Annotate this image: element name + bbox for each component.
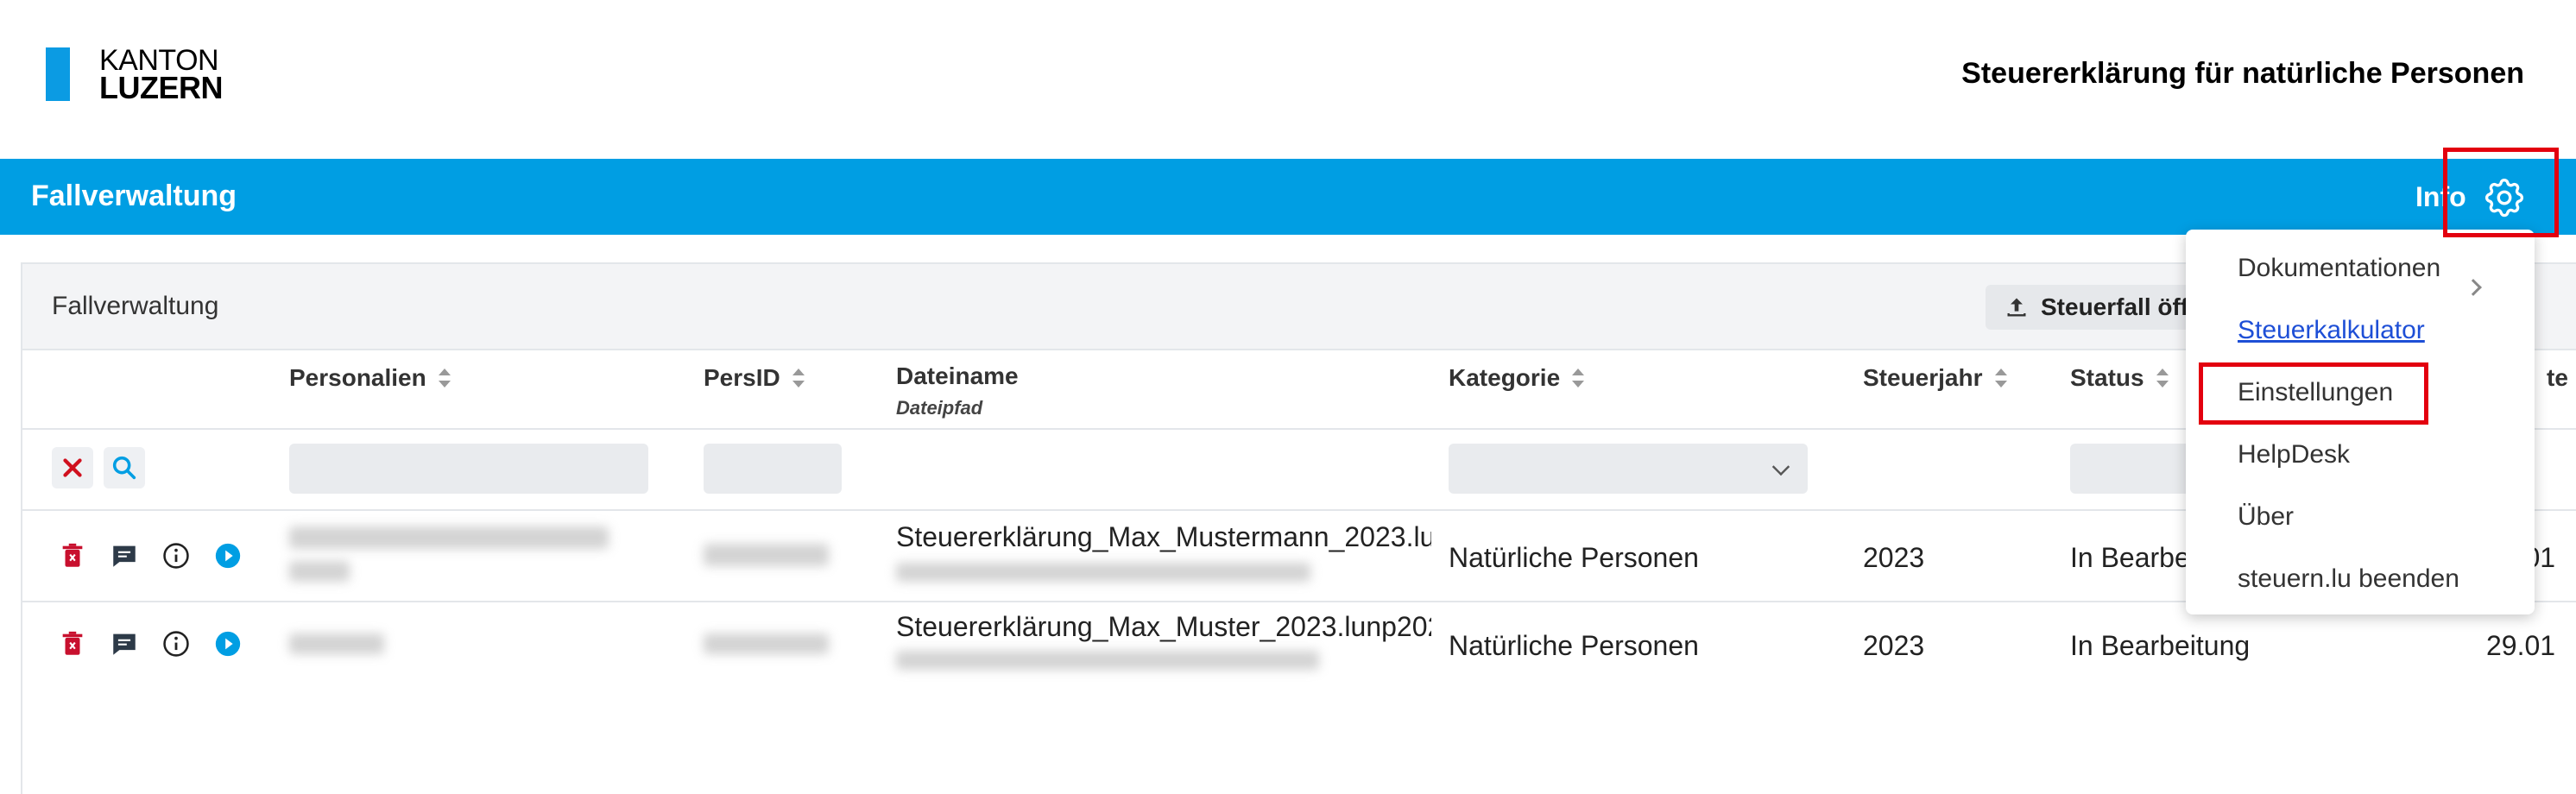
play-icon [215, 543, 241, 569]
sort-icon [2156, 369, 2169, 388]
delete-button[interactable] [52, 535, 93, 577]
column-dateipfad-label: Dateipfad [896, 397, 983, 419]
row-dateiname: Steuererklärung_Max_Mustermann_2023.lunp [896, 521, 1431, 552]
row-steuerjahr: 2023 [1863, 542, 1925, 573]
column-status-label: Status [2070, 364, 2144, 391]
einstellungen-highlight-box [2199, 362, 2428, 425]
sort-icon [792, 369, 805, 388]
comment-button[interactable] [104, 535, 145, 577]
column-persid-label: PersID [704, 364, 780, 391]
page-title: Fallverwaltung [31, 180, 237, 212]
row-kategorie: Natürliche Personen [1449, 630, 1699, 661]
open-case-button[interactable] [207, 623, 249, 665]
redacted-persid [704, 633, 829, 654]
row-date: 29.01 [2486, 630, 2556, 661]
chevron-right-icon [2465, 279, 2482, 296]
redacted-personalien [289, 526, 609, 549]
row-status: In Bearbeitung [2070, 630, 2251, 661]
column-dateiname[interactable]: Dateiname [896, 362, 1019, 390]
column-date-label: te [2547, 364, 2568, 391]
close-icon [63, 458, 82, 477]
logo-bar [46, 47, 70, 101]
kanton-luzern-logo: KANTON LUZERN [46, 45, 224, 105]
logo-line2: LUZERN [99, 70, 224, 105]
sort-icon [1994, 369, 2007, 388]
redacted-persid [704, 544, 829, 566]
filter-personalien-input[interactable] [289, 444, 648, 494]
column-date-partial[interactable]: te [2547, 364, 2568, 392]
sort-icon [1572, 369, 1585, 388]
row-kategorie: Natürliche Personen [1449, 542, 1699, 573]
sort-icon [438, 369, 451, 388]
redacted-personalien [289, 561, 350, 582]
menu-item-label: Dokumentationen [2238, 254, 2441, 282]
search-filter-button[interactable] [104, 447, 145, 488]
chevron-down-icon [1771, 457, 1790, 476]
menu-item-steuerkalkulator[interactable]: Steuerkalkulator [2238, 316, 2425, 345]
search-icon [112, 456, 136, 480]
comment-button[interactable] [104, 623, 145, 665]
top-nav-bar: Fallverwaltung Info [0, 159, 2576, 235]
upload-icon [2007, 298, 2026, 317]
info-icon [163, 543, 189, 569]
menu-item-helpdesk[interactable]: HelpDesk [2238, 440, 2350, 469]
comment-icon [113, 545, 136, 567]
column-steuerjahr[interactable]: Steuerjahr [1863, 364, 2007, 392]
redacted-dateipfad [896, 563, 1310, 582]
delete-button[interactable] [52, 623, 93, 665]
column-steuerjahr-label: Steuerjahr [1863, 364, 1983, 391]
filter-persid-input[interactable] [704, 444, 842, 494]
redacted-personalien [289, 633, 384, 654]
trash-icon [62, 631, 83, 655]
open-case-button[interactable] [207, 535, 249, 577]
app-title: Steuererklärung für natürliche Personen [1961, 57, 2524, 90]
row-dateiname: Steuererklärung_Max_Muster_2023.lunp2023 [896, 611, 1431, 642]
menu-item-dokumentationen[interactable]: Dokumentationen [2238, 254, 2514, 296]
filter-kategorie-select[interactable] [1449, 444, 1808, 494]
comment-icon [113, 633, 136, 655]
column-dateiname-label: Dateiname [896, 362, 1019, 389]
redacted-dateipfad [896, 651, 1319, 670]
column-status[interactable]: Status [2070, 364, 2169, 392]
column-personalien[interactable]: Personalien [289, 364, 451, 392]
column-personalien-label: Personalien [289, 364, 426, 391]
column-persid[interactable]: PersID [704, 364, 805, 392]
menu-item-ueber[interactable]: Über [2238, 502, 2294, 532]
panel-title: Fallverwaltung [52, 292, 219, 320]
row-steuerjahr: 2023 [1863, 630, 1925, 661]
clear-filter-button[interactable] [52, 447, 93, 488]
trash-icon [62, 543, 83, 567]
info-icon [163, 631, 189, 657]
menu-item-beenden[interactable]: steuern.lu beenden [2238, 564, 2459, 594]
info-button[interactable] [155, 535, 197, 577]
logo-text: KANTON LUZERN [99, 46, 224, 105]
column-kategorie[interactable]: Kategorie [1449, 364, 1585, 392]
play-icon [215, 631, 241, 657]
info-button[interactable] [155, 623, 197, 665]
settings-highlight-box [2443, 148, 2559, 237]
column-kategorie-label: Kategorie [1449, 364, 1561, 391]
